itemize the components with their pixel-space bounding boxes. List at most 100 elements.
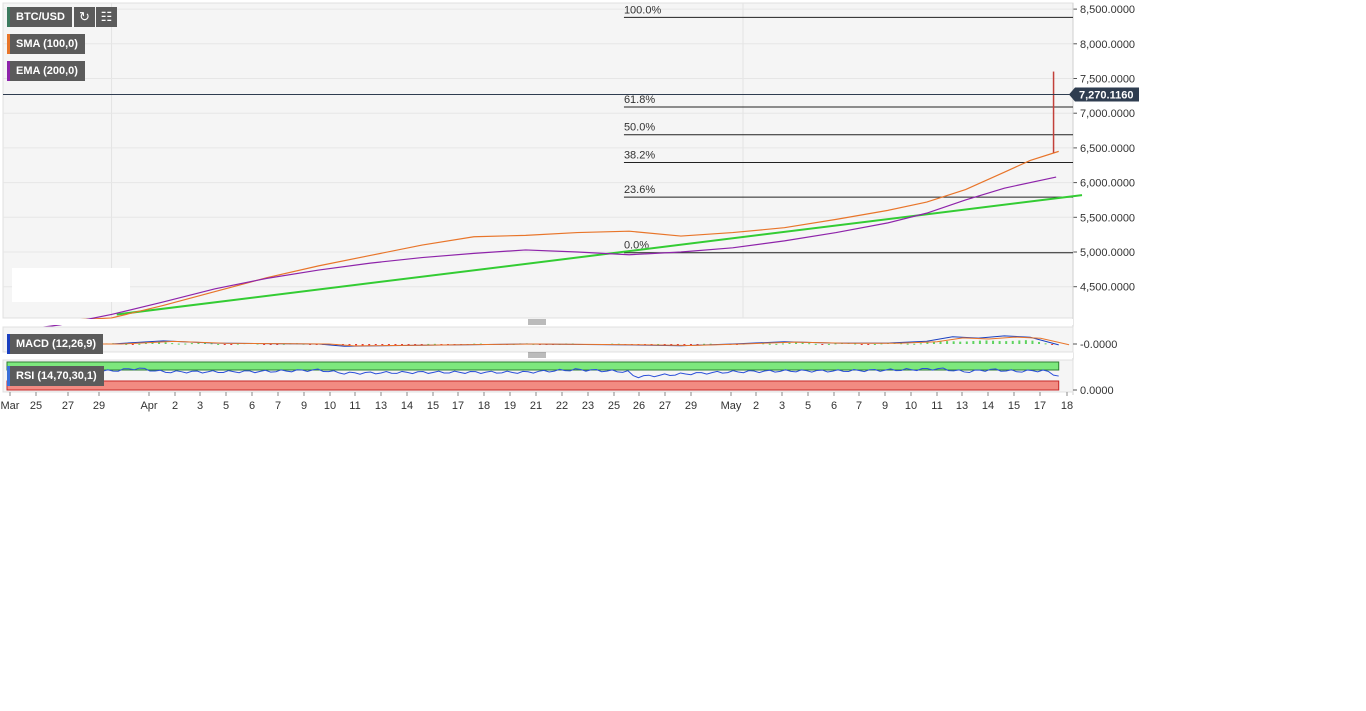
time-axis-label: 5 <box>805 400 811 412</box>
time-axis-label: 10 <box>324 400 336 412</box>
price-axis-label: 5,500.0000 <box>1080 212 1135 224</box>
time-axis-label: 18 <box>1061 400 1073 412</box>
macd-histogram-bar <box>355 344 358 346</box>
macd-histogram-bar <box>348 344 351 345</box>
rsi-legend[interactable]: RSI (14,70,30,1) <box>7 366 104 386</box>
refresh-button[interactable]: ↻ <box>74 7 95 27</box>
current-price-label: 7,270.1160 <box>1079 89 1133 101</box>
macd-histogram-bar <box>788 342 791 344</box>
macd-histogram-bar <box>860 344 863 345</box>
time-axis-label: 3 <box>779 400 785 412</box>
macd-histogram-bar <box>998 341 1001 344</box>
time-axis-label: 22 <box>556 400 568 412</box>
time-axis-label: 15 <box>1008 400 1020 412</box>
time-axis-label: 14 <box>401 400 413 412</box>
macd-histogram-bar <box>775 343 778 345</box>
macd-histogram-bar <box>217 343 220 345</box>
macd-histogram-bar <box>827 343 830 345</box>
macd-histogram-bar <box>926 342 929 344</box>
time-axis-label: 25 <box>608 400 620 412</box>
macd-histogram-bar <box>276 344 279 345</box>
macd-histogram-bar <box>1051 344 1054 345</box>
time-axis-label: Apr <box>140 400 157 412</box>
macd-histogram-bar <box>873 343 876 345</box>
price-axis-label: 7,500.0000 <box>1080 74 1135 86</box>
time-axis-label: 2 <box>172 400 178 412</box>
time-axis-label: 13 <box>375 400 387 412</box>
sma-legend[interactable]: SMA (100,0) <box>7 34 85 54</box>
time-axis-label: 6 <box>249 400 255 412</box>
macd-histogram-bar <box>1011 340 1014 344</box>
macd-histogram-bar <box>906 343 909 345</box>
sma-legend-text: SMA (100,0) <box>16 38 78 50</box>
time-axis-label: 29 <box>685 400 697 412</box>
price-axis-label: 8,500.0000 <box>1080 4 1135 16</box>
time-axis-label: 17 <box>1034 400 1046 412</box>
macd-histogram-bar <box>1024 340 1027 344</box>
macd-histogram-bar <box>978 340 981 344</box>
macd-histogram-bar <box>230 344 233 345</box>
ema-legend[interactable]: EMA (200,0) <box>7 61 85 81</box>
macd-histogram-bar <box>913 343 916 345</box>
macd-histogram-bar <box>1044 343 1047 345</box>
time-axis-label: 27 <box>659 400 671 412</box>
macd-histogram-bar <box>131 344 134 345</box>
macd-histogram-bar <box>992 340 995 344</box>
time-axis-label: 11 <box>349 400 360 412</box>
chart-settings-icon: ☷ <box>100 9 113 24</box>
macd-histogram-bar <box>1038 341 1041 344</box>
time-axis-label: 17 <box>452 400 464 412</box>
macd-histogram-bar <box>1005 341 1008 344</box>
time-axis-label: 3 <box>197 400 203 412</box>
sma-swatch <box>7 34 10 54</box>
macd-histogram-bar <box>814 343 817 345</box>
price-chart[interactable]: 8,500.0000 8,000.0000 7,500.0000 7,000.0000… <box>0 0 1366 711</box>
price-axis-label: 7,000.0000 <box>1080 108 1135 120</box>
macd-axis-label: -0.0000 <box>1080 339 1117 351</box>
macd-histogram-bar <box>263 344 266 345</box>
macd-histogram-bar <box>972 340 975 344</box>
time-axis-label: 25 <box>30 400 42 412</box>
macd-histogram-bar <box>269 344 272 345</box>
macd-histogram-bar <box>374 344 377 345</box>
price-axis-label: 5,000.0000 <box>1080 247 1135 259</box>
macd-histogram-bar <box>985 340 988 344</box>
time-axis-label: 18 <box>478 400 490 412</box>
macd-panel-bg <box>2 326 1074 353</box>
time-axis-label: 27 <box>62 400 74 412</box>
symbol-text: BTC/USD <box>16 11 65 23</box>
macd-histogram-bar <box>959 341 962 344</box>
macd-histogram-bar <box>781 343 784 345</box>
macd-histogram-bar <box>821 344 824 345</box>
chart-settings-button[interactable]: ☷ <box>96 7 117 27</box>
macd-histogram-bar <box>387 344 390 345</box>
macd-histogram-bar <box>177 343 180 345</box>
macd-histogram-bar <box>171 343 174 345</box>
blank-overlay <box>12 268 130 302</box>
time-axis-label: Mar <box>1 400 20 412</box>
rsi-overbought-zone <box>6 361 1060 371</box>
symbol-label[interactable]: BTC/USD <box>7 7 72 27</box>
price-axis-label: 8,000.0000 <box>1080 39 1135 51</box>
time-axis-label: 11 <box>931 400 942 412</box>
time-axis-label: 26 <box>633 400 645 412</box>
rsi-legend-text: RSI (14,70,30,1) <box>16 370 97 382</box>
time-axis-label: 15 <box>427 400 439 412</box>
macd-histogram-bar <box>808 343 811 345</box>
macd-histogram-bar <box>138 343 141 345</box>
ema-legend-text: EMA (200,0) <box>16 65 78 77</box>
macd-histogram-bar <box>394 344 397 345</box>
price-axis-label: 6,500.0000 <box>1080 143 1135 155</box>
rsi-axis-label: 0.0000 <box>1080 385 1114 397</box>
macd-histogram-bar <box>801 342 804 344</box>
macd-legend[interactable]: MACD (12,26,9) <box>7 334 104 354</box>
rsi-swatch <box>7 366 10 386</box>
rsi-oversold-zone <box>6 380 1060 391</box>
time-axis-label: 23 <box>582 400 594 412</box>
price-axis-label: 6,000.0000 <box>1080 178 1135 190</box>
macd-histogram-bar <box>867 344 870 345</box>
ema-swatch <box>7 61 10 81</box>
macd-histogram-bar <box>368 344 371 346</box>
symbol-swatch <box>7 7 10 27</box>
macd-histogram-bar <box>381 344 384 345</box>
